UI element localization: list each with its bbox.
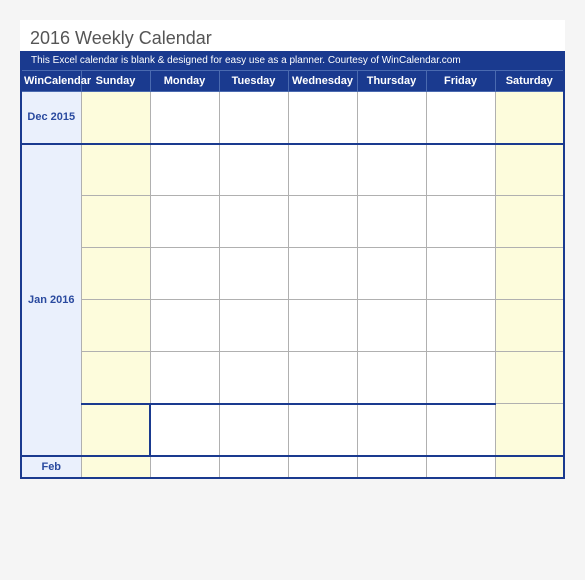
header-row: WinCalendar Sunday Monday Tuesday Wednes…: [21, 71, 564, 92]
week-row: [21, 352, 564, 404]
day-cell[interactable]: [219, 404, 288, 456]
day-cell[interactable]: [81, 300, 150, 352]
day-cell[interactable]: [288, 404, 357, 456]
day-cell[interactable]: [81, 456, 150, 478]
day-cell[interactable]: [288, 352, 357, 404]
day-cell[interactable]: [150, 404, 219, 456]
day-cell[interactable]: [426, 300, 495, 352]
day-cell[interactable]: [495, 456, 564, 478]
day-cell[interactable]: [219, 92, 288, 144]
week-row: [21, 404, 564, 456]
day-cell[interactable]: [426, 196, 495, 248]
day-cell[interactable]: [81, 196, 150, 248]
day-cell[interactable]: [357, 404, 426, 456]
day-cell[interactable]: [150, 144, 219, 196]
day-header-friday: Friday: [426, 71, 495, 92]
subtitle-bar: This Excel calendar is blank & designed …: [20, 51, 565, 70]
day-cell[interactable]: [426, 144, 495, 196]
day-cell[interactable]: [150, 248, 219, 300]
day-cell[interactable]: [150, 300, 219, 352]
day-cell[interactable]: [288, 196, 357, 248]
day-cell[interactable]: [288, 300, 357, 352]
day-cell[interactable]: [81, 404, 150, 456]
day-cell[interactable]: [357, 248, 426, 300]
month-label-dec-2015: Dec 2015: [21, 92, 81, 144]
calendar-document: 2016 Weekly Calendar This Excel calendar…: [20, 20, 565, 479]
day-header-tuesday: Tuesday: [219, 71, 288, 92]
day-cell[interactable]: [219, 196, 288, 248]
day-cell[interactable]: [288, 92, 357, 144]
day-cell[interactable]: [357, 144, 426, 196]
day-cell[interactable]: [426, 456, 495, 478]
day-cell[interactable]: [288, 456, 357, 478]
day-cell[interactable]: [150, 196, 219, 248]
day-cell[interactable]: [81, 92, 150, 144]
day-cell[interactable]: [219, 456, 288, 478]
day-cell[interactable]: [81, 248, 150, 300]
day-header-saturday: Saturday: [495, 71, 564, 92]
day-cell[interactable]: [219, 248, 288, 300]
day-cell[interactable]: [288, 248, 357, 300]
day-cell[interactable]: [288, 144, 357, 196]
week-row: [21, 248, 564, 300]
month-label-jan-2016: Jan 2016: [21, 144, 81, 456]
day-cell[interactable]: [219, 352, 288, 404]
calendar-grid: WinCalendar Sunday Monday Tuesday Wednes…: [20, 70, 565, 479]
week-row: [21, 300, 564, 352]
day-cell[interactable]: [495, 196, 564, 248]
day-cell[interactable]: [150, 352, 219, 404]
day-cell[interactable]: [426, 248, 495, 300]
day-cell[interactable]: [150, 92, 219, 144]
day-cell[interactable]: [495, 92, 564, 144]
day-cell[interactable]: [219, 300, 288, 352]
day-cell[interactable]: [357, 92, 426, 144]
day-cell[interactable]: [357, 300, 426, 352]
day-cell[interactable]: [495, 248, 564, 300]
week-row: Dec 2015: [21, 92, 564, 144]
page-title: 2016 Weekly Calendar: [20, 20, 565, 51]
week-row: Jan 2016: [21, 144, 564, 196]
day-cell[interactable]: [219, 144, 288, 196]
day-cell[interactable]: [495, 352, 564, 404]
day-cell[interactable]: [495, 300, 564, 352]
day-cell[interactable]: [81, 352, 150, 404]
day-header-monday: Monday: [150, 71, 219, 92]
day-cell[interactable]: [81, 144, 150, 196]
day-cell[interactable]: [357, 196, 426, 248]
brand-cell[interactable]: WinCalendar: [21, 71, 81, 92]
day-cell[interactable]: [357, 352, 426, 404]
day-cell[interactable]: [495, 404, 564, 456]
day-cell[interactable]: [426, 352, 495, 404]
day-header-sunday: Sunday: [81, 71, 150, 92]
week-row: [21, 196, 564, 248]
day-cell[interactable]: [357, 456, 426, 478]
week-row: Feb: [21, 456, 564, 478]
day-cell[interactable]: [495, 144, 564, 196]
month-label-feb: Feb: [21, 456, 81, 478]
day-header-thursday: Thursday: [357, 71, 426, 92]
day-cell[interactable]: [150, 456, 219, 478]
day-header-wednesday: Wednesday: [288, 71, 357, 92]
day-cell[interactable]: [426, 92, 495, 144]
day-cell[interactable]: [426, 404, 495, 456]
